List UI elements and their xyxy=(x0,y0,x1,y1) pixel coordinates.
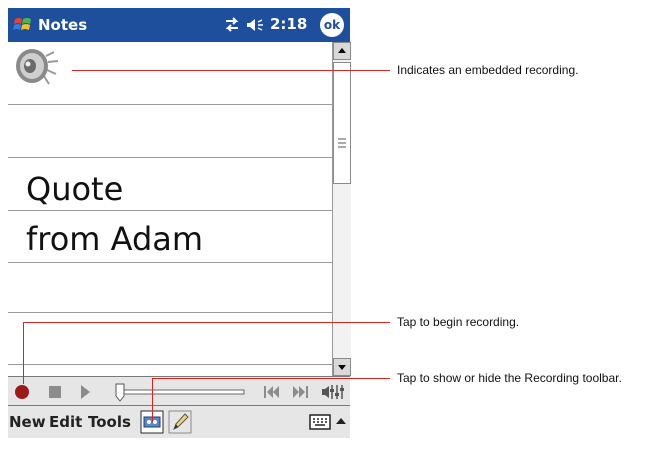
vertical-scrollbar[interactable] xyxy=(332,42,351,376)
stop-button[interactable] xyxy=(46,381,64,403)
callout-line-recording xyxy=(72,70,390,71)
volume-icon[interactable] xyxy=(246,18,266,32)
play-button[interactable] xyxy=(76,381,94,403)
start-menu-flag-icon[interactable] xyxy=(12,15,34,35)
skip-forward-icon[interactable] xyxy=(290,381,312,403)
menu-tools[interactable]: Tools xyxy=(88,413,131,431)
note-content[interactable]: Quote from Adam xyxy=(8,42,332,376)
title-bar: Notes 2:18 ok xyxy=(8,8,350,42)
record-button[interactable] xyxy=(12,381,32,403)
arrow-up-icon xyxy=(338,48,346,53)
note-text-line-2[interactable]: from Adam xyxy=(26,220,203,258)
ok-button[interactable]: ok xyxy=(320,13,344,37)
pocketpc-screen: Notes 2:18 ok Quote from Adam New Edit T… xyxy=(8,8,351,456)
recording-toolbar xyxy=(8,376,350,406)
scroll-up-button[interactable] xyxy=(333,42,351,60)
ruled-line xyxy=(8,210,332,211)
clock[interactable]: 2:18 xyxy=(270,15,307,33)
menu-edit[interactable]: Edit xyxy=(49,413,82,431)
ruled-line xyxy=(8,312,332,313)
volume-control-icon[interactable] xyxy=(320,381,346,403)
callout-vline-record xyxy=(23,322,24,384)
callout-line-record xyxy=(23,322,390,323)
position-slider[interactable] xyxy=(112,381,248,403)
menu-bar: New Edit Tools xyxy=(8,406,350,438)
ruled-line xyxy=(8,157,332,158)
app-title: Notes xyxy=(38,16,88,34)
callout-toolbar: Tap to show or hide the Recording toolba… xyxy=(397,371,622,385)
pen-icon[interactable] xyxy=(168,410,192,434)
menu-new[interactable]: New xyxy=(9,413,46,431)
connectivity-icon[interactable] xyxy=(223,17,241,33)
callout-line-toolbar xyxy=(152,378,390,379)
callout-record: Tap to begin recording. xyxy=(397,315,520,329)
ruled-line xyxy=(8,364,332,365)
scroll-down-button[interactable] xyxy=(333,358,351,376)
note-text-line-1[interactable]: Quote xyxy=(26,170,123,208)
keyboard-icon[interactable] xyxy=(308,410,332,434)
ruled-line xyxy=(8,262,332,263)
input-selector-arrow-icon[interactable] xyxy=(332,410,350,434)
grip-icon xyxy=(338,138,346,148)
skip-back-icon[interactable] xyxy=(260,381,282,403)
ruled-line xyxy=(8,104,332,105)
callout-recording: Indicates an embedded recording. xyxy=(397,63,579,77)
embedded-recording-icon[interactable] xyxy=(12,48,62,90)
callout-vline-toolbar xyxy=(152,378,153,422)
arrow-down-icon xyxy=(338,365,346,370)
scroll-thumb[interactable] xyxy=(333,62,351,184)
